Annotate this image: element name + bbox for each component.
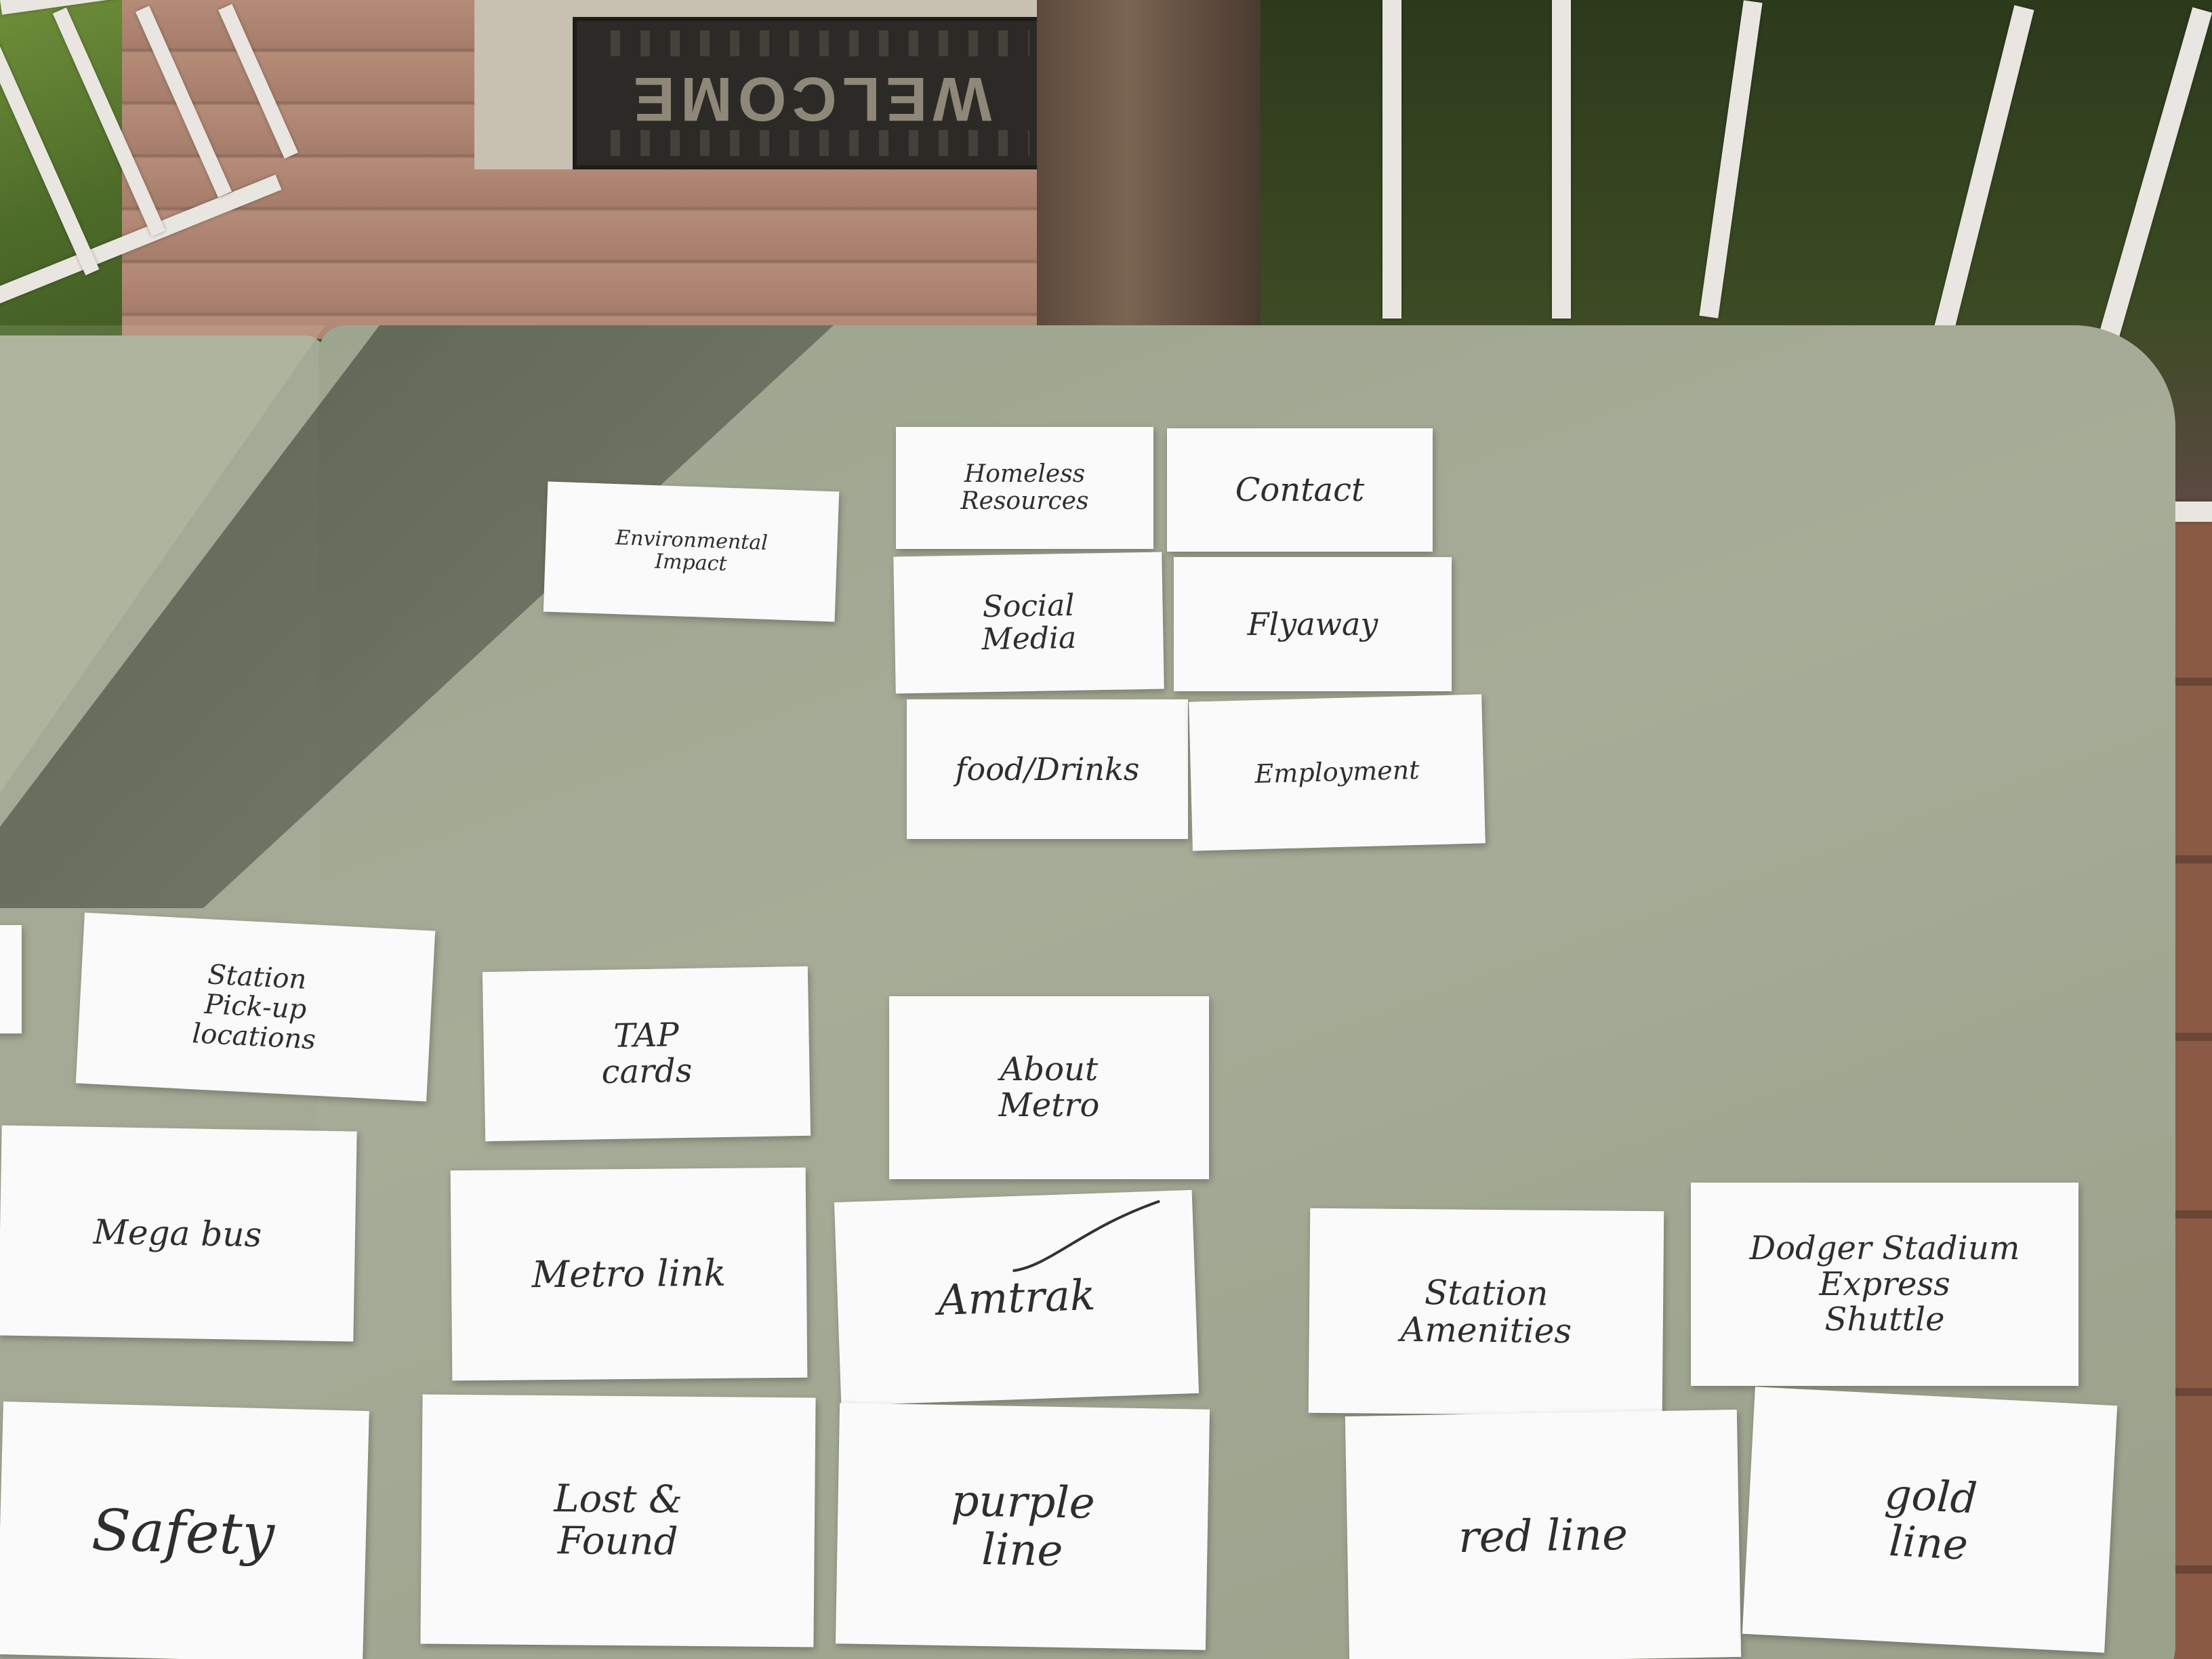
card-mega-bus[interactable]: Mega bus <box>0 1125 357 1342</box>
card-label: food/Drinks <box>955 750 1140 787</box>
doormat-text: WELCOME <box>628 64 992 134</box>
wooden-post <box>1037 0 1261 352</box>
pen-mark <box>1012 1200 1160 1273</box>
card-tap-cards[interactable]: TAP cards <box>482 966 811 1142</box>
card-about-metro[interactable]: About Metro <box>889 996 1209 1179</box>
card-label: gold line <box>1883 1469 1979 1570</box>
railing-spindle <box>1552 0 1571 319</box>
doormat-pattern <box>590 130 1029 156</box>
card-label: Safety <box>90 1496 276 1568</box>
card-edge-left <box>0 925 22 1033</box>
card-environmental-impact[interactable]: Environmental Impact <box>543 481 840 622</box>
card-label: Amtrak <box>937 1269 1097 1325</box>
card-safety[interactable]: Safety <box>0 1401 369 1659</box>
card-label: Homeless Resources <box>960 460 1089 515</box>
card-station-pickup[interactable]: Station Pick-up locations <box>75 912 436 1102</box>
card-lost-found[interactable]: Lost & Found <box>420 1394 816 1647</box>
card-metro-link[interactable]: Metro link <box>450 1167 808 1381</box>
card-label: Social Media <box>981 588 1077 657</box>
card-label: Mega bus <box>93 1212 262 1254</box>
railing-spindle <box>1382 0 1401 319</box>
card-label: Lost & Found <box>554 1477 683 1564</box>
card-purple-line[interactable]: purple line <box>835 1403 1210 1650</box>
doormat: WELCOME <box>573 17 1047 169</box>
card-label: Contact <box>1235 470 1365 509</box>
card-label: TAP cards <box>601 1016 693 1092</box>
card-employment[interactable]: Employment <box>1189 694 1486 851</box>
card-label: Station Pick-up locations <box>191 959 316 1056</box>
card-amtrak[interactable]: Amtrak <box>834 1189 1200 1406</box>
card-contact[interactable]: Contact <box>1167 428 1433 552</box>
card-label: red line <box>1458 1510 1629 1563</box>
card-label: Flyaway <box>1247 605 1378 642</box>
card-gold-line[interactable]: gold line <box>1742 1387 2118 1653</box>
card-homeless-resources[interactable]: Homeless Resources <box>896 427 1153 549</box>
photo-scene: WELCOME Environmental Impact Homeless Re… <box>0 0 2212 1659</box>
card-label: Station Amenities <box>1400 1273 1572 1351</box>
card-label: purple line <box>950 1476 1096 1576</box>
card-social-media[interactable]: Social Media <box>893 552 1164 694</box>
card-label: Dodger Stadium Express Shuttle <box>1749 1229 2020 1339</box>
doormat-pattern <box>590 30 1029 56</box>
card-flyaway[interactable]: Flyaway <box>1174 557 1452 691</box>
card-red-line[interactable]: red line <box>1345 1409 1742 1659</box>
card-label: Environmental Impact <box>615 526 769 576</box>
card-label: About Metro <box>998 1050 1100 1124</box>
card-station-amenities[interactable]: Station Amenities <box>1308 1208 1664 1416</box>
card-dodger-stadium[interactable]: Dodger Stadium Express Shuttle <box>1691 1183 2078 1386</box>
card-food-drinks[interactable]: food/Drinks <box>907 699 1188 839</box>
card-label: Employment <box>1254 754 1420 790</box>
card-label: Metro link <box>531 1252 726 1296</box>
